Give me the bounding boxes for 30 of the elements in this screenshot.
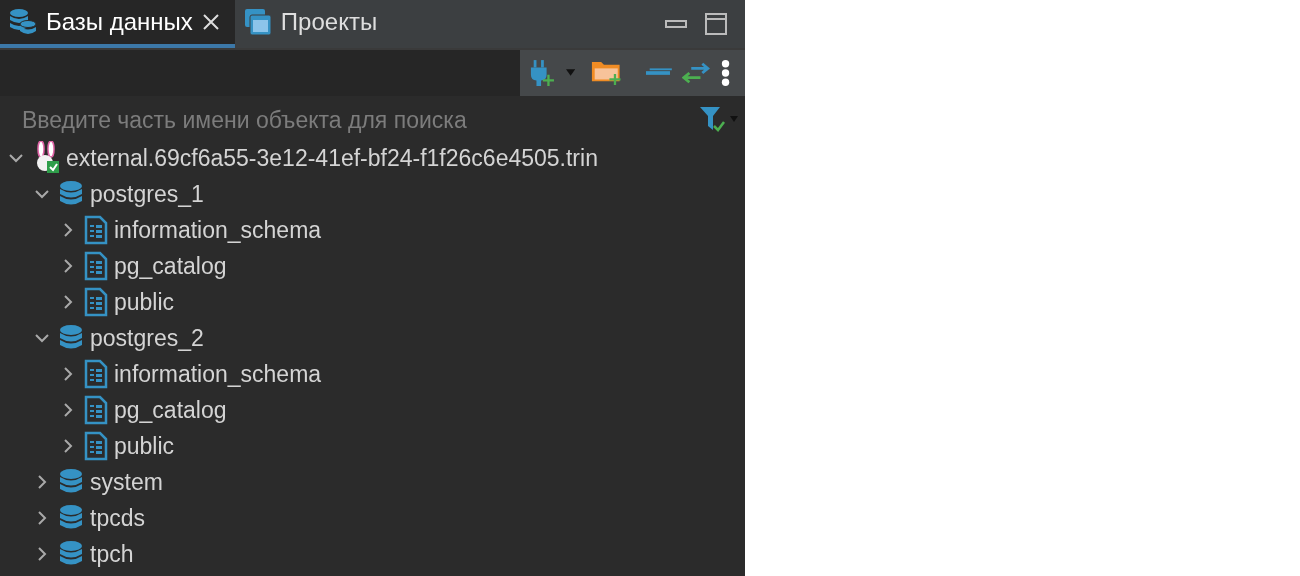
filter-icon[interactable]: [699, 106, 739, 134]
tree-item-label[interactable]: pg_catalog: [114, 252, 227, 280]
tree-item-label[interactable]: information_schema: [114, 216, 322, 244]
tree-item-label[interactable]: tpcds: [90, 504, 145, 532]
tree-item-label[interactable]: postgres_2: [90, 324, 204, 352]
windows-icon: [242, 7, 273, 37]
tab[interactable]: Базы данных: [0, 0, 235, 48]
schema-icon: [84, 215, 108, 245]
tree-item-label[interactable]: external.69cf6a55-3e12-41ef-bf24-f1f26c6e4505.trin: [66, 144, 598, 172]
schema-icon: [84, 395, 108, 425]
schema-icon: [84, 287, 108, 317]
tree-item-label[interactable]: public: [114, 288, 175, 316]
schema-icon: [84, 431, 108, 461]
schema-icon: [84, 359, 108, 389]
swap-arrows-icon[interactable]: [682, 62, 710, 84]
search-field[interactable]: Введите часть имени объекта для поиска: [22, 106, 699, 134]
tree-item-label[interactable]: postgres_1: [90, 180, 204, 208]
tree-item-label[interactable]: tpch: [90, 540, 134, 568]
close-icon[interactable]: [200, 12, 221, 32]
tab[interactable]: Проекты: [234, 0, 386, 48]
more-options-icon[interactable]: [719, 58, 731, 88]
maximize-icon[interactable]: [705, 13, 727, 35]
minimize-icon[interactable]: [665, 17, 687, 31]
tree-item-label[interactable]: public: [114, 432, 175, 460]
tree-item-label[interactable]: system: [90, 468, 163, 496]
tree-item-label[interactable]: pg_catalog: [114, 396, 227, 424]
tree-item-label[interactable]: information_schema: [114, 360, 322, 388]
schema-icon: [84, 251, 108, 281]
plug-plus-icon[interactable]: [530, 57, 556, 89]
database-stack-icon: [8, 7, 38, 37]
